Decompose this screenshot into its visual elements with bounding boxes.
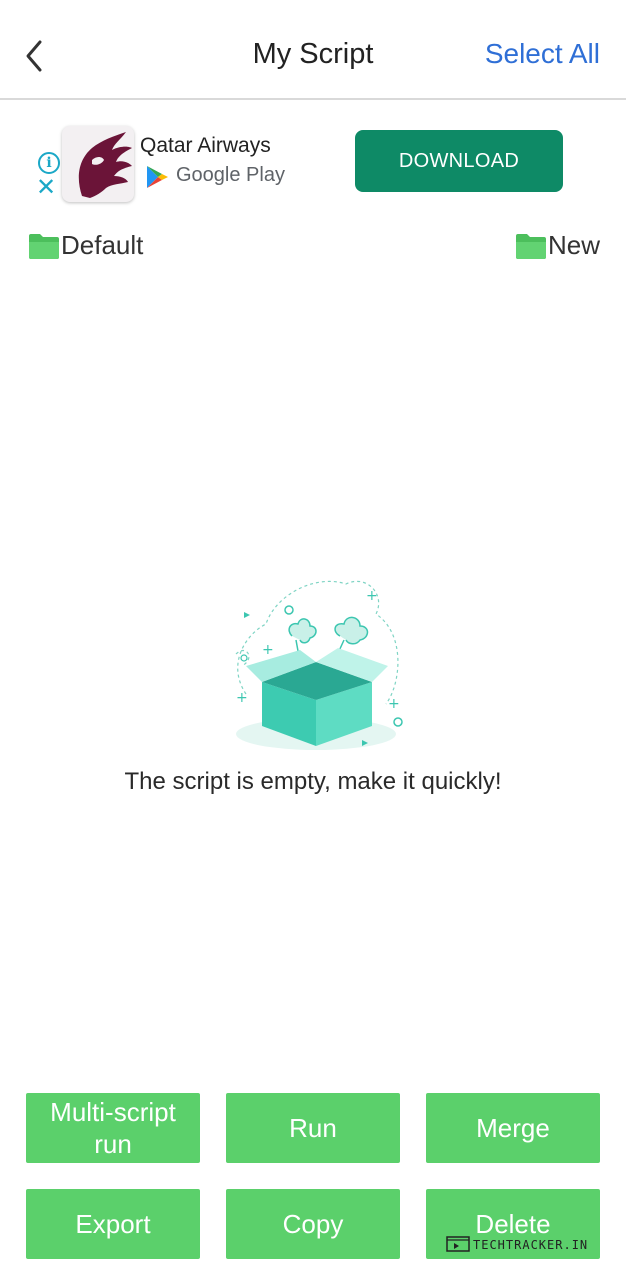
watermark: TECHTRACKER.IN xyxy=(446,1234,588,1256)
ad-store-label: Google Play xyxy=(176,164,285,186)
app-header: My Script Select All xyxy=(0,0,626,100)
ad-app-name: Qatar Airways xyxy=(140,134,271,157)
multi-script-run-button[interactable]: Multi-script run xyxy=(26,1093,200,1163)
select-all-button[interactable]: Select All xyxy=(485,38,600,70)
ad-info-icon[interactable]: i xyxy=(38,152,60,174)
qatar-airways-logo xyxy=(62,126,134,202)
svg-text:+: + xyxy=(388,696,400,712)
svg-text:+: + xyxy=(236,690,248,706)
folder-icon xyxy=(29,233,59,259)
multi-script-run-label-line2: run xyxy=(94,1129,132,1159)
svg-text:+: + xyxy=(262,642,274,658)
ad-banner[interactable]: i ✕ Qatar Airways Google Play DOWNLOAD xyxy=(32,118,592,210)
run-button[interactable]: Run xyxy=(226,1093,400,1163)
ad-close-icon[interactable]: ✕ xyxy=(36,176,56,200)
multi-script-run-label-line1: Multi-script xyxy=(50,1097,176,1127)
folder-new[interactable]: New xyxy=(515,230,600,264)
google-play-icon xyxy=(147,166,168,188)
export-button[interactable]: Export xyxy=(26,1189,200,1259)
folder-icon xyxy=(515,233,546,259)
copy-button[interactable]: Copy xyxy=(226,1189,400,1259)
svg-text:+: + xyxy=(366,588,378,604)
watermark-text: TECHTRACKER.IN xyxy=(473,1238,589,1252)
folder-new-label: New xyxy=(547,230,600,260)
merge-button[interactable]: Merge xyxy=(426,1093,600,1163)
empty-state-message: The script is empty, make it quickly! xyxy=(124,768,502,795)
open-box-illustration: + + + + xyxy=(235,580,403,750)
ad-download-button[interactable]: DOWNLOAD xyxy=(355,130,563,192)
folder-default-label: Default xyxy=(61,230,144,260)
monitor-icon xyxy=(446,1236,470,1252)
folder-default[interactable]: Default xyxy=(28,230,143,264)
